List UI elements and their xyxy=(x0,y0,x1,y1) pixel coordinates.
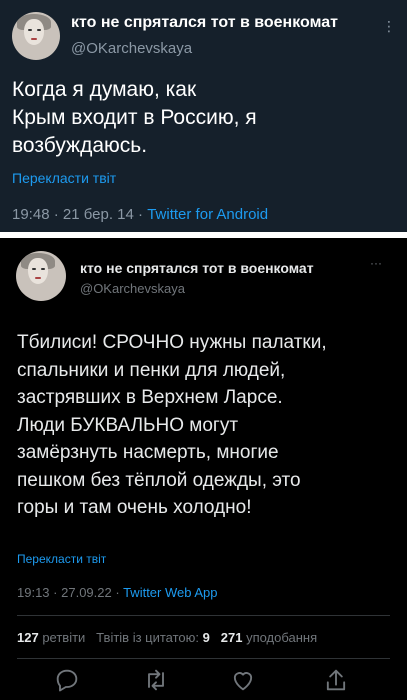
tweet-time[interactable]: 19:48 xyxy=(12,206,50,223)
tweet-text: Тбилиси! СРОЧНО нужны палатки, спальники… xyxy=(17,332,327,518)
avatar-eye xyxy=(41,268,45,270)
tweet-stats: 127 ретвіти Твітів із цитатою: 9 271 упо… xyxy=(17,630,317,645)
more-options-icon[interactable]: ··· xyxy=(370,256,382,270)
like-icon[interactable] xyxy=(229,666,257,694)
tweet-meta: 19:48 · 21 бер. 14 · Twitter for Android xyxy=(12,206,268,223)
avatar[interactable] xyxy=(12,12,60,60)
meta-separator: · xyxy=(53,585,62,600)
user-handle[interactable]: @OKarchevskaya xyxy=(80,281,185,296)
display-name[interactable]: кто не спрятался тот в военкомат xyxy=(71,14,338,32)
action-bar xyxy=(0,666,407,696)
display-name[interactable]: кто не спрятался тот в военкомат xyxy=(80,260,314,276)
tweet-time[interactable]: 19:13 xyxy=(17,585,50,600)
avatar-eye xyxy=(32,268,36,270)
avatar-face xyxy=(24,19,44,45)
divider xyxy=(17,615,390,616)
avatar[interactable] xyxy=(16,251,66,301)
tweet-card-2[interactable]: кто не спрятался тот в военкомат @OKarch… xyxy=(0,238,407,700)
quotes-stat[interactable]: Твітів із цитатою: 9 xyxy=(96,630,210,645)
tweet-meta: 19:13 · 27.09.22 · Twitter Web App xyxy=(17,585,218,600)
avatar-lips xyxy=(31,38,37,40)
avatar-eye xyxy=(28,29,32,31)
retweets-stat[interactable]: 127 ретвіти xyxy=(17,630,85,645)
meta-separator: · xyxy=(115,585,124,600)
likes-stat[interactable]: 271 уподобання xyxy=(221,630,317,645)
translate-link[interactable]: Перекласти твіт xyxy=(17,552,106,566)
tweet-date[interactable]: 21 бер. 14 xyxy=(63,206,134,223)
tweet-text: Когда я думаю, как Крым входит в Россию,… xyxy=(12,78,257,157)
meta-separator: · xyxy=(53,206,63,223)
reply-icon[interactable] xyxy=(53,666,81,694)
retweet-icon[interactable] xyxy=(142,666,170,694)
tweet-source[interactable]: Twitter for Android xyxy=(147,206,268,223)
tweet-date[interactable]: 27.09.22 xyxy=(61,585,112,600)
user-handle[interactable]: @OKarchevskaya xyxy=(71,40,192,57)
more-options-icon[interactable]: ⋮ xyxy=(382,18,396,35)
meta-separator: · xyxy=(138,206,148,223)
translate-link[interactable]: Перекласти твіт xyxy=(12,170,116,186)
share-icon[interactable] xyxy=(322,666,350,694)
avatar-lips xyxy=(35,277,41,279)
avatar-eye xyxy=(37,29,41,31)
tweet-card-1[interactable]: кто не спрятался тот в военкомат @OKarch… xyxy=(0,0,407,232)
tweet-source[interactable]: Twitter Web App xyxy=(123,585,217,600)
divider xyxy=(17,658,390,659)
avatar-face xyxy=(28,258,48,284)
